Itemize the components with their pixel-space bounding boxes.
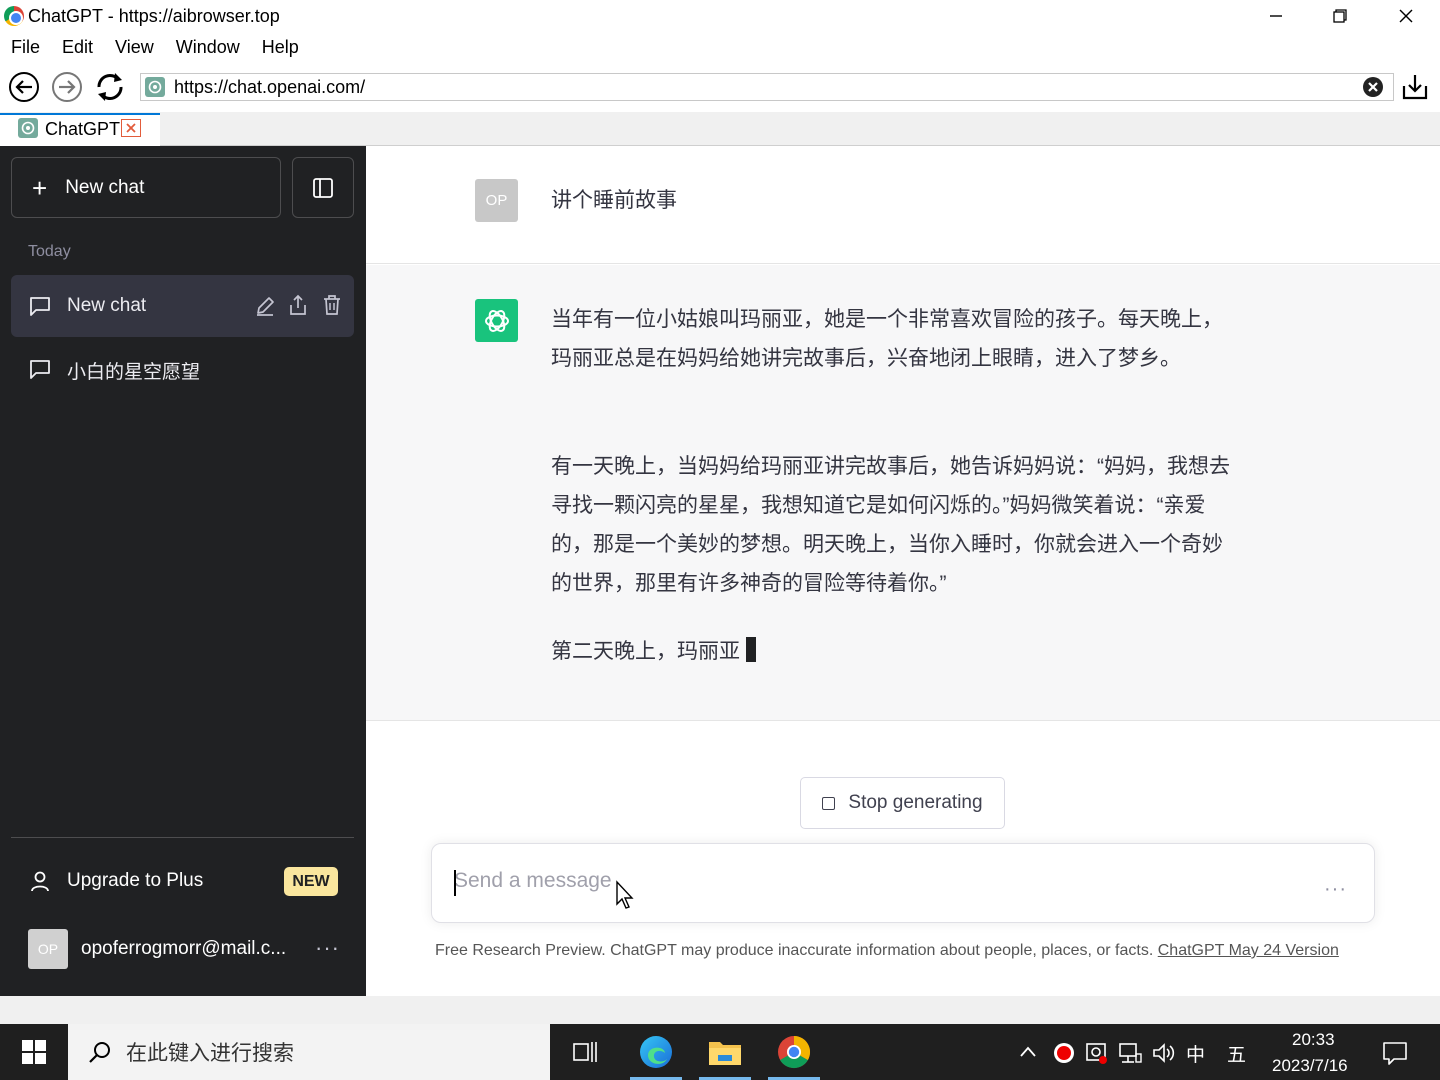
menu-bar: File Edit View Window Help: [0, 32, 1440, 62]
search-placeholder: 在此键入进行搜索: [126, 1042, 294, 1065]
tab-close-icon[interactable]: [121, 119, 141, 137]
plus-icon: +: [32, 172, 48, 203]
close-window-button[interactable]: [1374, 0, 1438, 32]
upgrade-label: Upgrade to Plus: [67, 870, 204, 891]
tab-bar: [0, 112, 1440, 146]
menu-view[interactable]: View: [104, 37, 165, 58]
start-button[interactable]: [0, 1024, 68, 1080]
version-link[interactable]: ChatGPT May 24 Version: [1158, 942, 1339, 959]
back-button[interactable]: [7, 70, 41, 104]
chat-item-label: 小白的星空愿望: [67, 362, 201, 383]
taskbar-edge[interactable]: [626, 1024, 686, 1080]
chrome-icon: [778, 1036, 811, 1069]
sidebar-panel-icon: [313, 177, 333, 198]
text-caret: [454, 870, 456, 896]
edit-icon: [257, 297, 274, 316]
openai-logo-icon: [475, 299, 518, 342]
user-message-text: 讲个睡前故事: [551, 189, 677, 212]
disclaimer-text: Free Research Preview. ChatGPT may produ…: [435, 942, 1158, 959]
notification-center-icon[interactable]: [1382, 1040, 1408, 1066]
clock-date[interactable]: 2023/7/16: [1272, 1056, 1348, 1076]
security-tray-icon[interactable]: [1085, 1041, 1109, 1065]
chat-item-label: New chat: [67, 295, 147, 316]
menu-help[interactable]: Help: [251, 37, 310, 58]
reload-icon: [97, 73, 123, 101]
trash-icon: [324, 295, 340, 315]
restore-button[interactable]: [1308, 0, 1372, 32]
task-view-icon: [573, 1042, 597, 1062]
edge-icon: [640, 1036, 672, 1068]
windows-logo-icon: [22, 1040, 46, 1064]
menu-edit[interactable]: Edit: [51, 37, 104, 58]
menu-window[interactable]: Window: [165, 37, 251, 58]
record-icon[interactable]: [1053, 1042, 1075, 1064]
typing-cursor: [746, 637, 756, 662]
assistant-paragraph: 当年有一位小姑娘叫玛丽亚，她是一个非常喜欢冒险的孩子。每天晚上，玛丽亚总是在妈妈…: [551, 308, 1223, 370]
assistant-paragraph-streaming: 第二天晚上，玛丽亚: [551, 632, 1241, 671]
chat-bubble-icon: [30, 297, 50, 316]
user-message-row: [366, 146, 1440, 264]
ime-mode-indicator[interactable]: 中: [1186, 1040, 1205, 1067]
section-label-today: Today: [28, 243, 71, 260]
user-avatar: OP: [475, 179, 518, 222]
user-icon: [31, 871, 49, 892]
clock-time[interactable]: 20:33: [1292, 1030, 1335, 1050]
tab-label[interactable]: ChatGPT: [45, 119, 120, 140]
sidebar-divider: [11, 837, 354, 838]
new-chat-label: New chat: [65, 176, 145, 198]
network-icon[interactable]: [1118, 1041, 1142, 1065]
window-bottom-strip: [0, 996, 1440, 1024]
disclaimer: Free Research Preview. ChatGPT may produ…: [435, 942, 1339, 960]
forward-arrow-icon: [52, 72, 82, 102]
mouse-pointer-icon: [616, 880, 634, 909]
account-avatar[interactable]: OP: [28, 929, 68, 969]
reload-button[interactable]: [93, 70, 127, 104]
more-options-icon[interactable]: ···: [315, 935, 340, 961]
url-text[interactable]: https://chat.openai.com/: [174, 77, 365, 98]
sidebar-chat-item-star-wish[interactable]: 小白的星空愿望: [11, 338, 354, 400]
sidebar-toggle-button[interactable]: [292, 157, 354, 218]
stop-generating-label: Stop generating: [848, 792, 983, 813]
taskbar-search[interactable]: 在此键入进行搜索: [68, 1024, 550, 1080]
account-email[interactable]: opoferrogmorr@mail.c...: [81, 938, 301, 960]
clear-url-icon[interactable]: [1362, 76, 1384, 98]
taskbar-file-explorer[interactable]: [695, 1024, 755, 1080]
chrome-icon: [4, 6, 24, 26]
forward-button[interactable]: [50, 70, 84, 104]
new-chat-button[interactable]: + New chat: [11, 157, 281, 218]
back-arrow-icon: [9, 72, 39, 102]
openai-favicon-icon: [145, 77, 165, 97]
menu-file[interactable]: File: [0, 37, 51, 58]
openai-favicon-icon: [18, 118, 38, 138]
search-icon: [89, 1042, 110, 1063]
stop-square-icon: [822, 796, 836, 810]
taskbar-chrome[interactable]: [764, 1024, 824, 1080]
share-icon: [290, 294, 306, 315]
show-hidden-icons-chevron-up-icon[interactable]: [1018, 1042, 1038, 1062]
volume-icon[interactable]: [1152, 1041, 1176, 1065]
sidebar-chat-item-new-chat[interactable]: New chat: [11, 275, 354, 337]
loading-dots-icon: ···: [1324, 878, 1347, 900]
download-icon[interactable]: [1400, 72, 1430, 102]
window-title: ChatGPT - https://aibrowser.top: [28, 6, 280, 26]
message-input[interactable]: Send a message: [454, 869, 612, 893]
new-badge: NEW: [284, 867, 338, 896]
task-view-button[interactable]: [555, 1024, 615, 1080]
folder-icon: [709, 1042, 741, 1065]
minimize-button[interactable]: [1244, 0, 1308, 32]
chat-bubble-icon: [30, 360, 50, 379]
ime-layout-indicator[interactable]: 五: [1227, 1040, 1246, 1067]
assistant-paragraph: 有一天晚上，当妈妈给玛丽亚讲完故事后，她告诉妈妈说：“妈妈，我想去寻找一颗闪亮的…: [551, 455, 1230, 595]
assistant-paragraph-text: 第二天晚上，玛丽亚: [551, 640, 740, 663]
stop-generating-button[interactable]: Stop generating: [800, 777, 1005, 829]
